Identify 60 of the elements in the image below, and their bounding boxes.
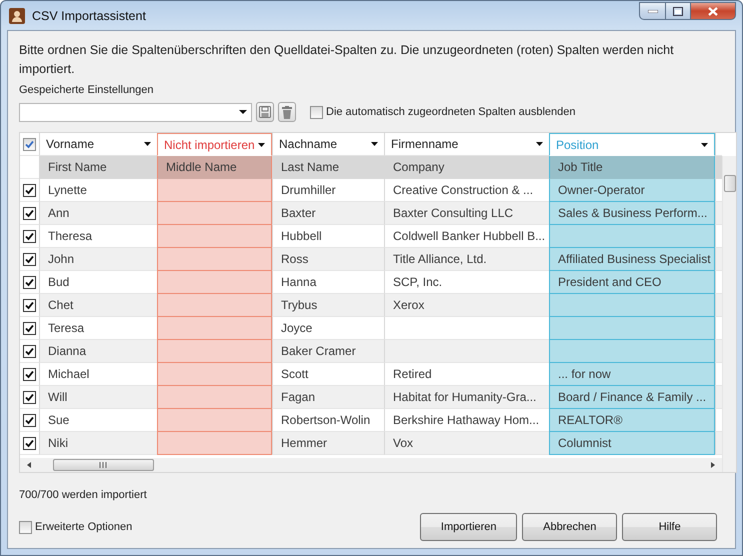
table-cell: President and CEO	[549, 271, 715, 294]
delete-button[interactable]	[278, 102, 296, 122]
row-checkbox[interactable]	[23, 344, 36, 358]
row-checkbox[interactable]	[23, 436, 36, 450]
vertical-scrollbar[interactable]	[722, 156, 736, 472]
select-all-checkbox[interactable]	[23, 138, 36, 150]
row-checkbox[interactable]	[23, 414, 36, 426]
source-column-header: Middle Name	[157, 156, 272, 179]
row-checkbox[interactable]	[23, 252, 36, 266]
dropdown-caret-icon	[239, 110, 247, 114]
minimize-button[interactable]	[639, 2, 666, 20]
column-mapping-dropdown[interactable]: Nicht importieren	[157, 133, 272, 156]
saved-settings-label: Gespeicherte Einstellungen	[19, 84, 155, 96]
row-checkbox[interactable]	[23, 206, 36, 220]
source-column-header: Job Title	[549, 156, 715, 179]
column-mapping-dropdown[interactable]: Nachname	[272, 133, 384, 156]
dropdown-caret-icon	[371, 142, 378, 146]
row-checkbox[interactable]	[23, 230, 36, 242]
dialog-button[interactable]: Hilfe	[622, 513, 718, 541]
hide-columns-checkbox[interactable]	[310, 106, 323, 118]
table-cell: ... for now	[549, 363, 715, 386]
minimize-icon	[648, 10, 658, 12]
trash-icon	[282, 106, 292, 118]
horizontal-scrollbar[interactable]	[20, 458, 722, 472]
maximize-button[interactable]	[665, 2, 691, 20]
table-cell: Owner-Operator	[549, 179, 715, 202]
table-cell: REALTOR®	[549, 409, 715, 432]
dialog-button[interactable]: Abbrechen	[522, 513, 618, 541]
row-checkbox[interactable]	[23, 298, 36, 312]
advanced-options-label: Erweiterte Optionen	[35, 521, 132, 533]
advanced-options-checkbox[interactable]	[19, 520, 32, 534]
close-icon	[708, 6, 718, 16]
row-checkbox[interactable]	[23, 368, 36, 380]
table-cell: Columnist	[549, 432, 715, 455]
scrollbar-thumb[interactable]	[53, 459, 154, 471]
table-cell: Hemmer	[272, 432, 384, 455]
grip-icon	[99, 462, 108, 468]
row-checkbox[interactable]	[23, 322, 36, 334]
row-checkbox[interactable]	[23, 390, 36, 404]
window-title: CSV Importassistent	[32, 8, 147, 22]
dropdown-caret-icon	[701, 142, 708, 146]
dropdown-caret-icon	[258, 142, 265, 146]
app-icon	[9, 8, 25, 24]
table-cell: Sales & Business Perform...	[549, 202, 715, 225]
instructions-text: Bitte ordnen Sie die Spaltenüberschriften den Quelldatei-Spalten zu. Die unzugeordneten (roten) Spalten werden nicht importiert.	[19, 42, 675, 78]
dialog-button[interactable]: Importieren	[420, 513, 518, 541]
row-checkbox[interactable]	[23, 276, 36, 288]
column-mapping-dropdown[interactable]: Firmenname	[384, 133, 549, 156]
hide-columns-label: Die automatisch zugeordneten Spalten ausblenden	[326, 106, 576, 118]
maximize-icon	[673, 6, 683, 16]
column-mapping-dropdown[interactable]: Vorname	[39, 133, 157, 156]
dropdown-caret-icon	[144, 142, 151, 146]
import-count-text: 700/700 werden importiert	[19, 489, 148, 501]
dropdown-caret-icon	[536, 142, 543, 146]
table-cell: Affiliated Business Specialist	[549, 248, 715, 271]
table-cell: Board / Finance & Family ...	[549, 386, 715, 409]
close-button[interactable]	[690, 2, 736, 20]
scrollbar-thumb[interactable]	[724, 175, 736, 192]
row-checkbox[interactable]	[23, 184, 36, 196]
save-button[interactable]	[256, 102, 274, 122]
